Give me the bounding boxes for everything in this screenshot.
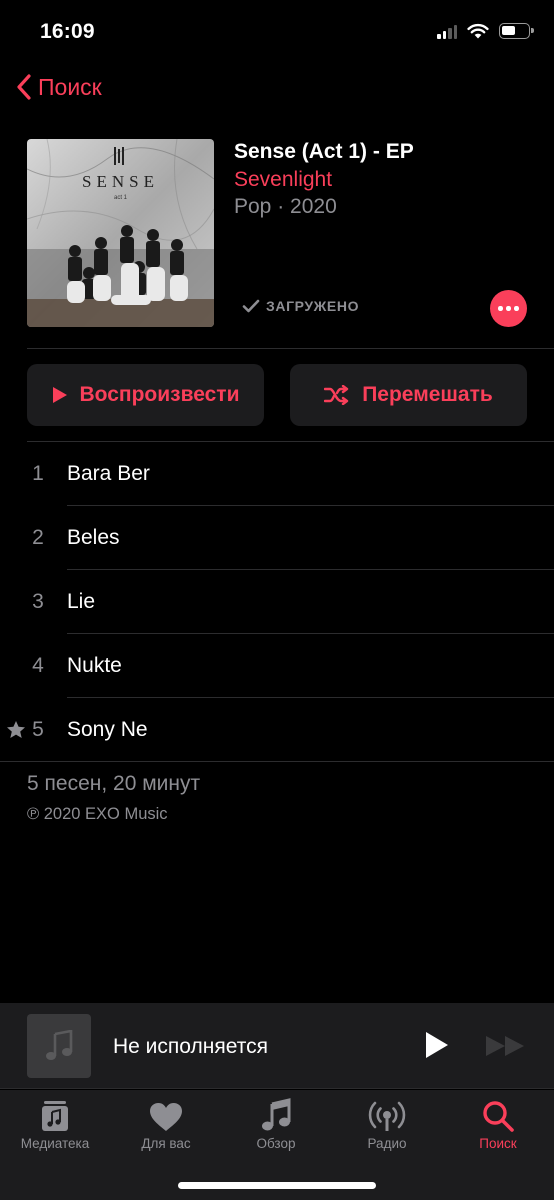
music-note-icon	[262, 1098, 291, 1131]
tab-library[interactable]: Медиатека	[0, 1090, 110, 1170]
track-title: Sony Ne	[67, 718, 148, 741]
mini-play-button[interactable]	[424, 1030, 450, 1060]
track-number: 1	[32, 462, 44, 485]
album-summary: 5 песен, 20 минут	[27, 772, 201, 795]
album-copyright: ℗ 2020 EXO Music	[27, 805, 168, 823]
track-number: 4	[32, 654, 44, 677]
heart-icon	[150, 1103, 182, 1131]
tab-radio[interactable]: Радио	[332, 1090, 442, 1170]
search-icon	[483, 1101, 514, 1132]
track-title: Lie	[67, 590, 96, 613]
cover-title: SENSE	[82, 172, 159, 191]
status-bar: 16:09	[0, 0, 554, 66]
tab-label: Для вас	[141, 1136, 191, 1151]
shuffle-button-label: Перемешать	[362, 383, 493, 406]
status-icons	[437, 23, 534, 39]
tab-label: Обзор	[256, 1136, 296, 1151]
track-row[interactable]: 5 Sony Ne	[0, 698, 554, 762]
mini-player[interactable]: Не исполняется	[0, 1003, 554, 1089]
mini-forward-button[interactable]	[484, 1034, 528, 1058]
track-number: 2	[32, 526, 44, 549]
star-icon	[7, 721, 25, 738]
status-time: 16:09	[40, 20, 95, 43]
mini-player-title: Не исполняется	[113, 1035, 268, 1058]
chevron-left-icon	[17, 74, 31, 100]
tab-label: Поиск	[479, 1136, 517, 1151]
play-button-label: Воспроизвести	[79, 383, 240, 406]
album-artist-link[interactable]: Sevenlight	[234, 168, 332, 192]
track-title: Nukte	[67, 654, 122, 677]
tab-search[interactable]: Поиск	[443, 1090, 553, 1170]
back-button[interactable]: Поиск	[16, 73, 102, 101]
album-title: Sense (Act 1) - EP	[234, 140, 414, 163]
header-divider	[27, 348, 554, 349]
wifi-icon	[467, 23, 489, 39]
tab-for-you[interactable]: Для вас	[111, 1090, 221, 1170]
track-row[interactable]: 3 Lie	[0, 570, 554, 634]
back-button-label: Поиск	[38, 73, 102, 100]
mini-player-artwork	[27, 1014, 91, 1078]
track-title: Bara Ber	[67, 462, 150, 485]
shuffle-button[interactable]: Перемешать	[290, 364, 527, 426]
play-icon	[52, 387, 67, 403]
tab-label: Медиатека	[20, 1136, 90, 1151]
battery-icon	[499, 23, 534, 39]
checkmark-icon	[242, 299, 260, 313]
home-indicator	[178, 1182, 376, 1189]
track-title: Beles	[67, 526, 120, 549]
more-options-button[interactable]	[490, 290, 527, 327]
library-icon	[42, 1101, 68, 1131]
cover-subtitle: act 1	[114, 195, 128, 201]
tab-browse[interactable]: Обзор	[221, 1090, 331, 1170]
more-dots-icon	[498, 306, 503, 311]
track-row[interactable]: 2 Beles	[0, 506, 554, 570]
album-genre-year: Pop · 2020	[234, 195, 337, 218]
downloaded-label: ЗАГРУЖЕНО	[266, 298, 360, 314]
album-artwork[interactable]: SENSE act 1	[27, 139, 214, 327]
track-number: 3	[32, 590, 44, 613]
downloaded-status: ЗАГРУЖЕНО	[242, 298, 359, 314]
shuffle-icon	[324, 385, 349, 405]
track-number: 5	[32, 718, 44, 741]
radio-icon	[368, 1101, 406, 1131]
cellular-signal-icon	[437, 23, 457, 39]
music-note-icon	[46, 1030, 73, 1060]
play-button[interactable]: Воспроизвести	[27, 364, 264, 426]
tab-label: Радио	[367, 1136, 407, 1151]
track-row[interactable]: 4 Nukte	[0, 634, 554, 698]
track-separator	[0, 761, 554, 762]
track-row[interactable]: 1 Bara Ber	[0, 442, 554, 506]
